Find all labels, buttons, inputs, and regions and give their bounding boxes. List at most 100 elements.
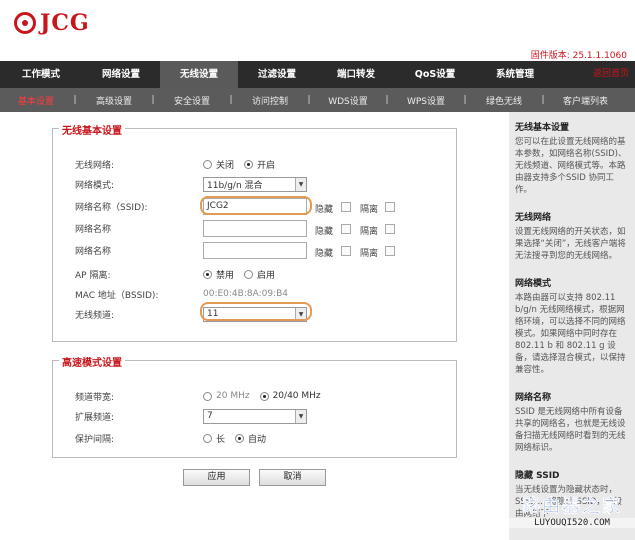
ssid-control: JCG2	[203, 197, 307, 215]
watermark: 路由器之家 LUYOUQI520.COM	[509, 492, 635, 540]
bandwidth-radio-group: 20 MHz 20/40 MHz	[203, 391, 331, 401]
tab-green-wireless[interactable]: 绿色无线	[468, 94, 540, 107]
ssid2-input[interactable]	[203, 219, 307, 237]
ssid-label: 网络名称（SSID):	[75, 202, 148, 213]
ssid-input[interactable]: JCG2	[203, 197, 307, 215]
wireless-off-option[interactable]: 关闭	[203, 158, 234, 171]
wireless-on-label: 开启	[257, 160, 276, 171]
radio-icon	[203, 433, 212, 443]
ap-enable-label: 启用	[257, 270, 276, 281]
ht-settings-title: 高速模式设置	[59, 354, 125, 369]
ssid2-control	[203, 219, 307, 237]
help-title: 网络名称	[515, 393, 552, 403]
basic-settings-panel: 无线基本设置 无线网络: 关闭 开启 网络模式: 11b/g/n 混合 ▼ 网络…	[52, 122, 457, 342]
help-title: 无线网络	[515, 213, 552, 223]
tab-client-list[interactable]: 客户端列表	[546, 94, 625, 107]
ap-disable-option[interactable]: 禁用	[203, 268, 234, 281]
ssid2-hide-label: 隐藏	[315, 227, 334, 237]
ap-enable-option[interactable]: 启用	[244, 268, 275, 281]
ext-channel-label: 扩展频道:	[75, 412, 115, 423]
ssid2-hide-checkbox[interactable]	[341, 224, 351, 234]
gi-long-label: 长	[216, 434, 226, 445]
ssid3-isolate-label: 隔离	[360, 249, 379, 259]
brand-logo: JCG	[14, 10, 90, 36]
help-text: 设置无线网络的开关状态，如果选择“关闭”，无线客户端将无法搜寻到您的无线网络。	[515, 227, 626, 261]
watermark-title: 路由器之家	[522, 496, 622, 517]
mode-label: 网络模式:	[75, 180, 115, 191]
ssid3-hide-checkbox[interactable]	[341, 246, 351, 256]
nav-item-qos[interactable]: QoS设置	[396, 61, 474, 88]
tab-security[interactable]: 安全设置	[156, 94, 228, 107]
bw-2040-option[interactable]: 20/40 MHz	[259, 391, 321, 401]
help-title: 无线基本设置	[515, 123, 570, 133]
watermark-url: LUYOUQI520.COM	[509, 518, 635, 528]
chevron-down-icon: ▼	[295, 177, 306, 191]
radio-checked-icon	[259, 391, 269, 401]
nav-item-work-mode[interactable]: 工作模式	[0, 61, 82, 88]
tab-wds[interactable]: WDS设置	[312, 94, 384, 107]
brand-name: JCG	[40, 10, 90, 36]
help-text: SSID 是无线网络中所有设备共享的网络名，也就是无线设备扫描无线网络时看到的无…	[515, 407, 626, 453]
mac-value: 00:E0:4B:8A:09:B4	[203, 289, 289, 299]
nav-item-wireless[interactable]: 无线设置	[160, 61, 238, 88]
mac-label: MAC 地址（BSSID):	[75, 290, 159, 301]
apply-button[interactable]: 应用	[183, 469, 250, 486]
radio-icon	[244, 269, 254, 279]
basic-settings-title: 无线基本设置	[59, 122, 125, 137]
home-link[interactable]: 返回首页	[593, 61, 629, 88]
ssid3-isolate-checkbox[interactable]	[385, 246, 395, 256]
radio-icon	[203, 159, 212, 169]
guard-interval-label: 保护间隔:	[75, 434, 115, 445]
sub-nav: 基本设置 | 高级设置 | 安全设置 | 访问控制 | WDS设置 | WPS设…	[0, 88, 635, 112]
tab-access-control[interactable]: 访问控制	[234, 94, 306, 107]
radio-checked-icon	[203, 269, 212, 279]
nav-item-network[interactable]: 网络设置	[82, 61, 160, 88]
ssid3-input[interactable]	[203, 241, 307, 259]
ext-channel-value: 7	[207, 411, 213, 421]
radio-checked-icon	[235, 433, 245, 443]
ssid2-isolate-checkbox[interactable]	[385, 224, 395, 234]
nav-item-system[interactable]: 系统管理	[474, 61, 556, 88]
ssid2-isolate-label: 隔离	[360, 227, 379, 237]
bw-20-option[interactable]: 20 MHz	[203, 391, 250, 401]
channel-label: 无线频道:	[75, 310, 115, 321]
wireless-on-option[interactable]: 开启	[244, 158, 275, 171]
tab-basic[interactable]: 基本设置	[0, 94, 72, 107]
gi-long-option[interactable]: 长	[203, 432, 225, 445]
main-nav: 工作模式 网络设置 无线设置 过滤设置 端口转发 QoS设置 系统管理 返回首页	[0, 61, 635, 88]
wireless-off-label: 关闭	[216, 160, 235, 171]
tab-advanced[interactable]: 高级设置	[78, 94, 150, 107]
nav-item-port-forward[interactable]: 端口转发	[316, 61, 396, 88]
ssid3-control	[203, 241, 307, 259]
bandwidth-label: 频道带宽:	[75, 392, 115, 403]
mode-value: 11b/g/n 混合	[207, 180, 263, 191]
ssid1-hide-label: 隐藏	[315, 205, 334, 215]
bw-2040-label: 20/40 MHz	[272, 391, 321, 401]
ssid2-label: 网络名称	[75, 224, 112, 235]
ext-channel-select[interactable]: 7 ▼	[203, 408, 307, 424]
radio-checked-icon	[244, 159, 254, 169]
help-title: 隐藏 SSID	[515, 471, 560, 481]
gi-auto-option[interactable]: 自动	[235, 432, 266, 445]
nav-item-filter[interactable]: 过滤设置	[238, 61, 316, 88]
firmware-version: 固件版本: 25.1.1.1060	[530, 51, 627, 61]
channel-value: 11	[207, 309, 219, 319]
ap-isolation-label: AP 隔离:	[75, 270, 111, 281]
mode-select[interactable]: 11b/g/n 混合 ▼	[203, 176, 307, 192]
ssid1-isolate-label: 隔离	[360, 205, 379, 215]
tab-wps[interactable]: WPS设置	[390, 94, 462, 107]
guard-radio-group: 长 自动	[203, 432, 276, 445]
ht-settings-panel: 高速模式设置 频道带宽: 20 MHz 20/40 MHz 扩展频道: 7 ▼ …	[52, 354, 457, 458]
bw-20-label: 20 MHz	[216, 391, 250, 401]
wireless-label: 无线网络:	[75, 160, 115, 171]
ssid1-isolate-checkbox[interactable]	[385, 202, 395, 212]
help-text: 本路由器可以支持 802.11 b/g/n 无线网络模式，根据网络环境，可以选择…	[515, 293, 626, 375]
cancel-button[interactable]: 取消	[259, 469, 326, 486]
channel-select[interactable]: 11 ▼	[203, 306, 307, 322]
ssid1-hide-checkbox[interactable]	[341, 202, 351, 212]
ap-disable-label: 禁用	[216, 270, 235, 281]
help-sidebar: 无线基本设置 您可以在此设置无线网络的基本参数，如网络名称(SSID)、无线频道…	[509, 112, 635, 540]
chevron-down-icon: ▼	[295, 409, 306, 423]
help-text: 您可以在此设置无线网络的基本参数，如网络名称(SSID)、无线频道、网络模式等。…	[515, 137, 627, 195]
radio-icon	[203, 391, 212, 401]
